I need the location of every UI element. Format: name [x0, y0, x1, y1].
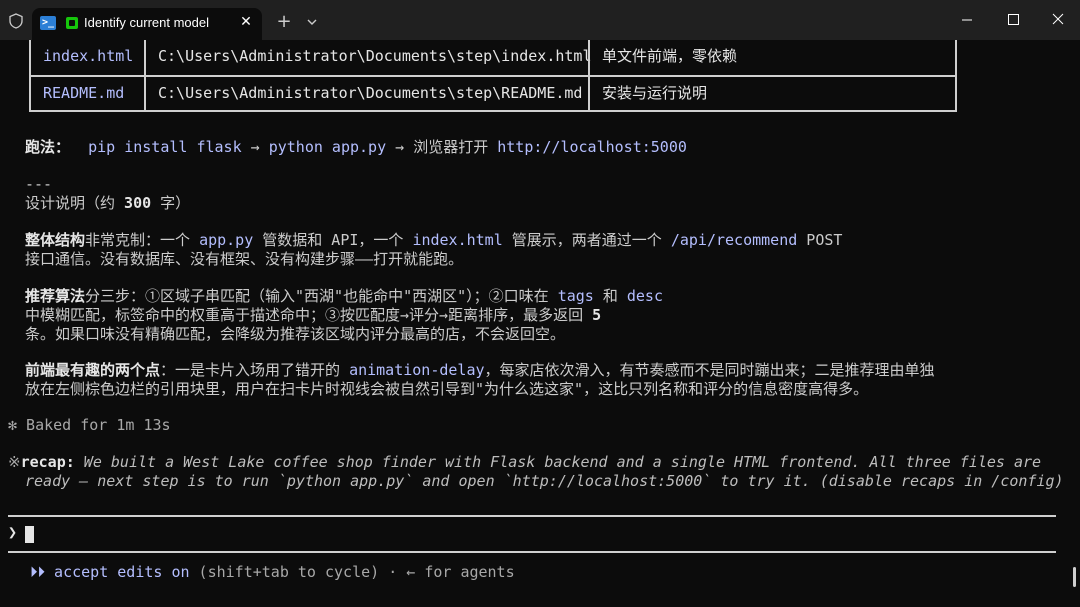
table-row: index.html C:\Users\Administrator\Docume…	[31, 40, 955, 77]
powershell-icon: >_	[40, 16, 56, 30]
minimize-button[interactable]	[944, 0, 990, 40]
paragraph-structure: 整体结构非常克制：一个 app.py 管数据和 API，一个 index.htm…	[25, 231, 842, 250]
baked-status: ✻ Baked for 1m 13s	[8, 416, 171, 435]
para-line: 中模糊匹配，标签命中的权重高于描述命中；③按匹配度→评分→距离排序，最多返回 5	[25, 306, 601, 325]
title-bar: >_ Identify current model ✕ +	[0, 0, 1080, 40]
run-instructions: 跑法： pip install flask → python app.py → …	[25, 138, 687, 157]
recap-text: ready — next step is to run `python app.…	[25, 472, 1064, 490]
run-label: 跑法：	[25, 138, 71, 156]
para-number: 5	[592, 306, 602, 324]
divider-text: ---	[25, 175, 53, 193]
code-span: python app.py	[268, 138, 387, 156]
maximize-button[interactable]	[990, 0, 1036, 40]
sparkle-icon: ✻	[8, 416, 18, 434]
code-span: index.html	[412, 231, 503, 249]
url-link[interactable]: http://localhost:5000	[497, 138, 687, 156]
para-text: 管数据和 API，一个	[253, 231, 413, 249]
files-table: index.html C:\Users\Administrator\Docume…	[29, 40, 957, 112]
heading-count: 300	[124, 194, 152, 212]
para-text: 分三步：①区域子串匹配（输入"西湖"也能命中"西湖区"）；②口味在	[85, 287, 558, 305]
arrow-text: → 浏览器打开	[386, 138, 498, 156]
recap-icon: ※	[8, 453, 21, 471]
para-heading: 前端最有趣的两个点	[25, 361, 161, 379]
chevron-down-icon[interactable]	[300, 10, 324, 34]
para-text: 接口通信。没有数据库、没有框架、没有构建步骤——打开就能跑。	[25, 250, 464, 268]
accept-edits-toggle[interactable]: accept edits on	[45, 563, 189, 581]
baked-text: Baked for 1m 13s	[17, 416, 171, 434]
status-hint: (shift+tab to cycle) · ← for agents	[189, 563, 515, 581]
scrollbar-thumb[interactable]	[1073, 567, 1076, 587]
arrow-text: →	[241, 138, 269, 156]
table-cell: 安装与运行说明	[602, 84, 708, 102]
para-heading: 整体结构	[25, 231, 86, 249]
para-text: 条。如果口味没有精确匹配，会降级为推荐该区域内评分最高的店，不会返回空。	[25, 325, 566, 343]
status-icon	[66, 17, 78, 29]
tab-terminal[interactable]: >_ Identify current model ✕	[32, 8, 262, 40]
terminal-output[interactable]: index.html C:\Users\Administrator\Docume…	[0, 40, 1080, 607]
code-span: pip install flask	[88, 138, 242, 156]
recap-line: ※recap: We built a West Lake coffee shop…	[8, 453, 1041, 472]
status-line: ⏵⏵ accept edits on (shift+tab to cycle) …	[30, 563, 515, 582]
table-cell: C:\Users\Administrator\Documents\step\in…	[158, 47, 592, 65]
heading-suffix: 字）	[151, 194, 191, 212]
paragraph-algorithm: 推荐算法分三步：①区域子串匹配（输入"西湖"也能命中"西湖区"）；②口味在 ta…	[25, 287, 663, 306]
para-heading: 推荐算法	[25, 287, 86, 305]
new-tab-button[interactable]: +	[272, 10, 296, 34]
recap-label: recap:	[20, 453, 75, 471]
para-text: POST	[797, 231, 843, 249]
code-span: animation-delay	[349, 361, 485, 379]
paragraph-frontend: 前端最有趣的两个点：一是卡片入场用了错开的 animation-delay，每家…	[25, 361, 935, 380]
table-cell: README.md	[43, 84, 125, 102]
para-text: 非常克制：一个	[85, 231, 200, 249]
tab-title: Identify current model	[84, 15, 210, 30]
fast-forward-icon: ⏵⏵	[30, 563, 46, 581]
recap-text: We built a West Lake coffee shop finder …	[74, 453, 1042, 471]
table-divider	[144, 40, 146, 110]
para-text: 和	[593, 287, 627, 305]
code-span: app.py	[199, 231, 254, 249]
table-row: README.md C:\Users\Administrator\Documen…	[31, 77, 955, 110]
code-span: desc	[626, 287, 663, 305]
prompt-icon: ❯	[8, 523, 18, 541]
code-span: /api/recommend	[670, 231, 798, 249]
heading-prefix: 设计说明（约	[25, 194, 125, 212]
para-text: ：一是卡片入场用了错开的	[160, 361, 350, 379]
para-text: 中模糊匹配，标签命中的权重高于描述命中；③按匹配度→评分→距离排序，最多返回	[25, 306, 593, 324]
input-top-rule	[8, 515, 1056, 517]
para-text: 放在左侧棕色边栏的引用块里，用户在扫卡片时视线会被自然引导到"为什么选这家"，这…	[25, 380, 869, 398]
input-bottom-rule	[8, 551, 1056, 553]
tab-close-icon[interactable]: ✕	[235, 11, 257, 33]
design-heading: 设计说明（约 300 字）	[25, 194, 190, 213]
table-cell: index.html	[43, 47, 134, 65]
shield-icon[interactable]	[8, 13, 24, 29]
table-cell: 单文件前端，零依赖	[602, 47, 738, 65]
close-window-button[interactable]	[1036, 0, 1080, 40]
code-span: tags	[557, 287, 594, 305]
para-text: ，每家店依次滑入，有节奏感而不是同时蹦出来；二是推荐理由单独	[484, 361, 935, 379]
text-cursor[interactable]	[25, 526, 34, 543]
table-cell: C:\Users\Administrator\Documents\step\RE…	[158, 84, 583, 102]
para-text: 管展示，两者通过一个	[502, 231, 671, 249]
table-divider	[588, 40, 590, 110]
